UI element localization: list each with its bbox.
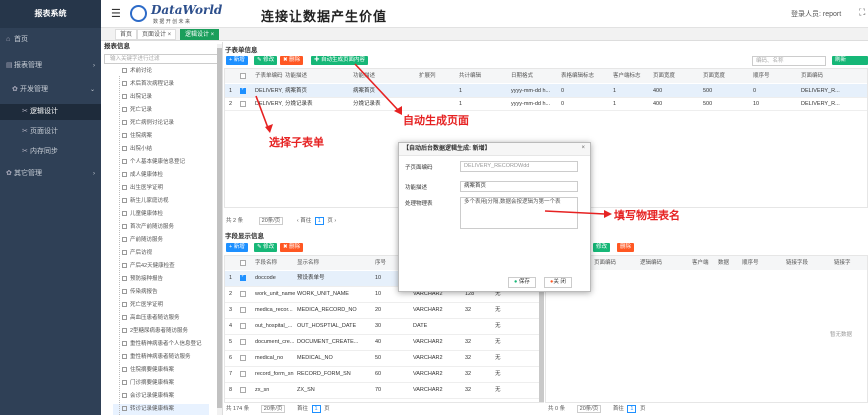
arrow-fill xyxy=(544,210,606,215)
arrow-auto xyxy=(354,63,399,111)
annotation-arrows xyxy=(255,63,612,218)
annotation-fill-table: 填写物理表名 xyxy=(614,210,680,222)
arrow-select xyxy=(255,95,269,129)
arrow-fill-head xyxy=(604,210,612,218)
annotation-select-subform: 选择子表单 xyxy=(269,137,324,149)
annotation-auto-generate: 自动生成页面 xyxy=(403,115,469,127)
